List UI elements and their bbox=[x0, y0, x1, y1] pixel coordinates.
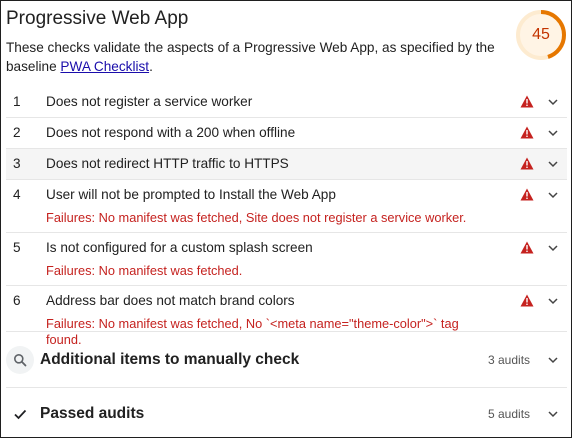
chevron-down-icon[interactable] bbox=[547, 158, 559, 170]
audit-title: Does not redirect HTTP traffic to HTTPS bbox=[46, 156, 289, 171]
audit-title: Does not register a service worker bbox=[46, 94, 253, 109]
category-title: Progressive Web App bbox=[6, 8, 189, 29]
audit-list: 1 Does not register a service worker 2 Does… bbox=[6, 87, 567, 354]
category-description: These checks validate the aspects of a P… bbox=[6, 38, 496, 76]
audit-title: Address bar does not match brand colors bbox=[46, 293, 295, 308]
audit-index: 5 bbox=[13, 240, 21, 255]
audit-header: 2 Does not respond with a 200 when offlin… bbox=[6, 124, 567, 142]
chevron-down-icon[interactable] bbox=[547, 408, 559, 420]
passed-audits-count: 5 audits bbox=[488, 407, 531, 421]
audit-index: 1 bbox=[13, 94, 21, 109]
passed-audits-title: Passed audits bbox=[40, 405, 145, 422]
audit-failure-text: Failures: No manifest was fetched, Site … bbox=[46, 210, 467, 225]
fail-triangle-icon bbox=[520, 126, 534, 139]
fail-triangle-icon bbox=[520, 241, 534, 254]
audit-title: User will not be prompted to Install the… bbox=[46, 187, 336, 202]
fail-triangle-icon bbox=[520, 95, 534, 108]
chevron-down-icon[interactable] bbox=[547, 127, 559, 139]
audit-header: 1 Does not register a service worker bbox=[6, 93, 567, 111]
manual-checks-group[interactable]: Additional items to manually check 3 aud… bbox=[6, 339, 567, 381]
pwa-category-panel: Progressive Web App These checks validat… bbox=[0, 0, 572, 438]
chevron-down-icon[interactable] bbox=[547, 242, 559, 254]
chevron-down-icon[interactable] bbox=[547, 295, 559, 307]
audit-item[interactable]: 5 Is not configured for a custom splash s… bbox=[6, 232, 567, 285]
audit-title: Does not respond with a 200 when offline bbox=[46, 125, 296, 140]
audit-header: 3 Does not redirect HTTP traffic to HTTPS bbox=[6, 155, 567, 173]
audit-item[interactable]: 3 Does not redirect HTTP traffic to HTTPS bbox=[6, 148, 567, 179]
checkmark-icon bbox=[6, 400, 34, 428]
audit-item[interactable]: 4 User will not be prompted to Install th… bbox=[6, 179, 567, 232]
manual-checks-count: 3 audits bbox=[488, 353, 531, 367]
fail-triangle-icon bbox=[520, 157, 534, 170]
divider bbox=[6, 331, 567, 332]
chevron-down-icon[interactable] bbox=[547, 96, 559, 108]
divider bbox=[6, 387, 567, 388]
audit-header: 5 Is not configured for a custom splash s… bbox=[6, 239, 567, 257]
audit-index: 2 bbox=[13, 125, 21, 140]
manual-checks-title: Additional items to manually check bbox=[40, 351, 300, 368]
score-gauge: 45 bbox=[515, 9, 567, 61]
audit-header: 6 Address bar does not match brand colors bbox=[6, 292, 567, 310]
fail-triangle-icon bbox=[520, 188, 534, 201]
audit-item[interactable]: 1 Does not register a service worker bbox=[6, 87, 567, 117]
pwa-checklist-link[interactable]: PWA Checklist bbox=[60, 59, 149, 74]
audit-title: Is not configured for a custom splash sc… bbox=[46, 240, 313, 255]
audit-item[interactable]: 2 Does not respond with a 200 when offlin… bbox=[6, 117, 567, 148]
audit-index: 6 bbox=[13, 293, 21, 308]
audit-failure-text: Failures: No manifest was fetched. bbox=[46, 263, 243, 278]
category-header: Progressive Web App These checks validat… bbox=[6, 7, 496, 76]
chevron-down-icon[interactable] bbox=[547, 189, 559, 201]
chevron-down-icon[interactable] bbox=[547, 354, 559, 366]
audit-header: 4 User will not be prompted to Install th… bbox=[6, 186, 567, 204]
score-value: 45 bbox=[532, 26, 550, 43]
audit-index: 3 bbox=[13, 156, 21, 171]
description-suffix: . bbox=[149, 59, 153, 74]
fail-triangle-icon bbox=[520, 294, 534, 307]
search-icon bbox=[6, 346, 34, 374]
audit-index: 4 bbox=[13, 187, 21, 202]
passed-audits-group[interactable]: Passed audits 5 audits bbox=[6, 393, 567, 435]
